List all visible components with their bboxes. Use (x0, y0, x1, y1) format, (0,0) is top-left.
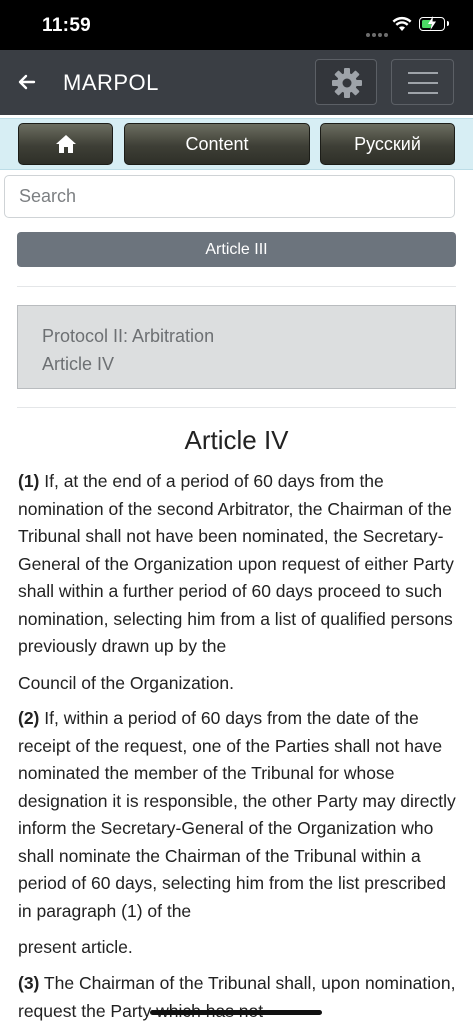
paragraph-2-tail: present article. (18, 937, 133, 957)
divider (17, 407, 456, 408)
app-title: MARPOL (63, 70, 159, 95)
arrow-left-icon (18, 74, 36, 90)
breadcrumb: Protocol II: Arbitration Article IV (17, 305, 456, 389)
battery-icon (419, 16, 449, 31)
app-header: MARPOL (0, 50, 473, 115)
home-button[interactable] (18, 123, 113, 165)
content-button[interactable]: Content (124, 123, 310, 165)
menu-bar (408, 92, 438, 94)
article-title: Article IV (184, 425, 289, 455)
breadcrumb-protocol: Protocol II: Arbitration (42, 326, 215, 346)
paragraph-number: (1) (18, 471, 40, 491)
wifi-icon (392, 16, 412, 37)
status-time: 11:59 (42, 15, 92, 36)
paragraph-number: (3) (18, 973, 40, 993)
prev-article-button[interactable]: Article III (17, 232, 456, 267)
signal-icon (366, 24, 390, 42)
paragraph-number: (2) (18, 708, 40, 728)
menu-bar (408, 82, 438, 84)
divider (17, 286, 456, 287)
paragraph-text: If, within a period of 60 days from the … (18, 708, 456, 921)
nav-strip: Content Русский (0, 118, 473, 170)
search-input[interactable] (4, 175, 455, 218)
menu-bar (408, 72, 438, 74)
settings-button[interactable] (315, 59, 377, 105)
home-icon (55, 135, 76, 153)
paragraph-text: If, at the end of a period of 60 days fr… (18, 471, 454, 656)
breadcrumb-article: Article IV (42, 354, 115, 374)
back-button[interactable] (14, 68, 42, 96)
paragraph-1: (1) If, at the end of a period of 60 day… (18, 468, 463, 661)
language-button[interactable]: Русский (320, 123, 455, 165)
gear-icon (332, 68, 362, 98)
paragraph-2: (2) If, within a period of 60 days from … (18, 705, 463, 925)
hamburger-menu-button[interactable] (391, 59, 454, 105)
home-indicator (150, 1010, 322, 1015)
paragraph-3: (3) The Chairman of the Tribunal shall, … (18, 970, 463, 1025)
paragraph-1-tail: Council of the Organization. (18, 673, 234, 693)
status-bar: 11:59 (0, 0, 473, 50)
